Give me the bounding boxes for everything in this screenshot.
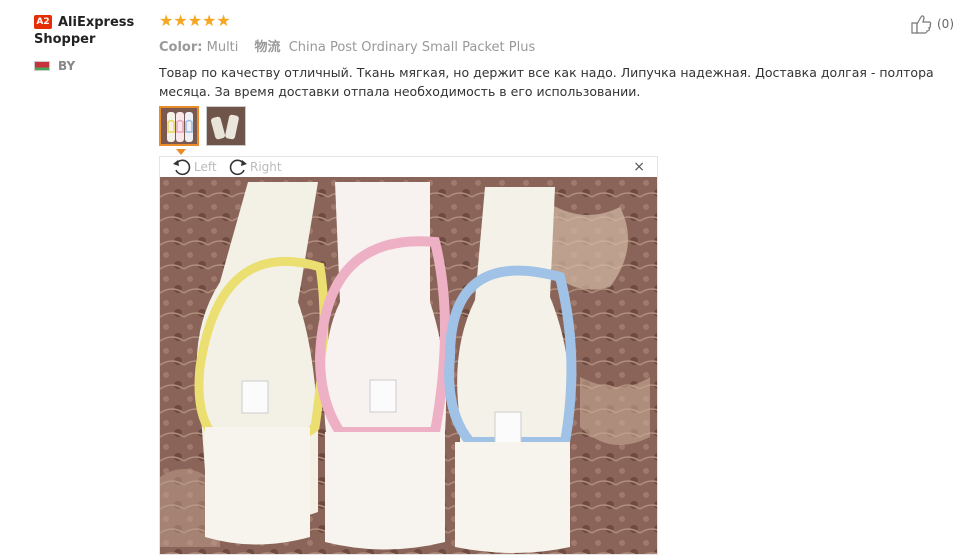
reviewer-name-row: A2 AliExpress Shopper — [34, 14, 154, 48]
logistics-value: China Post Ordinary Small Packet Plus — [288, 40, 536, 55]
thumbnail-1[interactable] — [159, 106, 199, 146]
review-photo — [160, 177, 657, 554]
logistics-label: 物流 — [254, 40, 281, 55]
rotate-left-label: Left — [194, 160, 217, 174]
rotate-right-icon — [229, 159, 247, 176]
viewer-toolbar: Left Right × — [160, 157, 657, 177]
thumbnail-2[interactable] — [206, 106, 246, 146]
rotate-right-button[interactable]: Right — [228, 158, 282, 176]
thumbnail-pointer — [176, 149, 186, 155]
country-code: BY — [58, 59, 76, 73]
thumbs-up-icon — [911, 15, 932, 34]
reviewer-country: BY — [34, 59, 154, 73]
mitten-pink — [314, 182, 450, 550]
color-label: Color: — [159, 40, 203, 55]
flag-icon — [34, 61, 50, 71]
thumbnail-image-1 — [161, 108, 197, 144]
avatar: A2 — [34, 15, 52, 29]
star-rating: ★★★★★ — [159, 11, 231, 30]
image-viewer: Left Right × — [159, 156, 658, 555]
like-count: (0) — [937, 17, 954, 31]
like-button[interactable]: (0) — [910, 14, 954, 34]
rotate-right-label: Right — [250, 160, 282, 174]
rotate-left-button[interactable]: Left — [172, 158, 217, 176]
review-meta: Color: Multi 物流 China Post Ordinary Smal… — [159, 36, 949, 55]
thumbnail-image-2 — [207, 107, 245, 145]
color-value: Multi — [206, 40, 239, 55]
review-body: ★★★★★ Color: Multi 物流 China Post Ordinar… — [159, 12, 949, 101]
reviewer-info: A2 AliExpress Shopper BY — [34, 14, 154, 73]
close-icon[interactable]: × — [633, 159, 645, 175]
review-text: Товар по качеству отличный. Ткань мягкая… — [159, 65, 934, 99]
rotate-left-icon — [173, 159, 191, 176]
